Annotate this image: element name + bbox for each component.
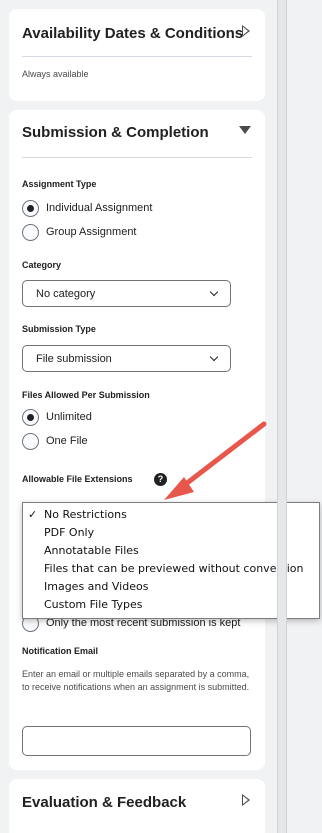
category-select[interactable]: No category xyxy=(22,280,231,307)
allowable-extensions-label: Allowable File Extensions xyxy=(22,474,133,484)
radio-group-assignment[interactable]: Group Assignment xyxy=(22,223,137,241)
expand-right-icon[interactable] xyxy=(242,25,250,37)
file-extensions-dropdown[interactable]: ✓ No Restrictions PDF Only Annotatable F… xyxy=(22,502,320,619)
scrollbar[interactable] xyxy=(277,0,287,833)
submission-type-label: Submission Type xyxy=(22,324,96,334)
radio-one-file[interactable]: One File xyxy=(22,432,88,450)
files-allowed-label: Files Allowed Per Submission xyxy=(22,390,150,400)
submission-title[interactable]: Submission & Completion xyxy=(22,124,209,141)
check-icon: ✓ xyxy=(28,508,38,521)
availability-title[interactable]: Availability Dates & Conditions xyxy=(22,25,243,42)
divider xyxy=(22,56,252,57)
evaluation-panel: Evaluation & Feedback xyxy=(9,779,265,833)
availability-panel: Availability Dates & Conditions Always a… xyxy=(9,9,265,101)
availability-status: Always available xyxy=(22,69,89,79)
collapse-down-icon[interactable] xyxy=(239,126,251,134)
chevron-down-icon xyxy=(209,287,219,297)
radio-label: Individual Assignment xyxy=(46,202,153,214)
dropdown-option-previewable-files[interactable]: Files that can be previewed without conv… xyxy=(44,562,303,575)
question-circle-icon[interactable]: ? xyxy=(154,473,167,486)
radio-button[interactable] xyxy=(22,199,39,217)
notification-email-input[interactable] xyxy=(22,726,251,756)
expand-right-icon[interactable] xyxy=(242,794,250,806)
radio-label: Unlimited xyxy=(46,411,92,423)
dropdown-option-custom-file-types[interactable]: Custom File Types xyxy=(44,598,143,611)
evaluation-title[interactable]: Evaluation & Feedback xyxy=(22,794,186,811)
radio-individual-assignment[interactable]: Individual Assignment xyxy=(22,199,152,217)
radio-button[interactable] xyxy=(22,432,39,450)
radio-unlimited[interactable]: Unlimited xyxy=(22,408,92,426)
divider xyxy=(22,157,252,158)
category-label: Category xyxy=(22,260,62,270)
submission-type-value: File submission xyxy=(36,352,112,365)
dropdown-option-no-restrictions[interactable]: No Restrictions xyxy=(44,508,127,521)
radio-button[interactable] xyxy=(22,408,39,426)
dropdown-option-annotatable-files[interactable]: Annotatable Files xyxy=(44,544,139,557)
category-value: No category xyxy=(36,287,96,300)
assignment-type-label: Assignment Type xyxy=(22,179,97,189)
chevron-down-icon xyxy=(209,352,219,362)
notification-email-label: Notification Email xyxy=(22,646,99,656)
radio-label: Group Assignment xyxy=(46,226,137,238)
submission-type-select[interactable]: File submission xyxy=(22,345,231,372)
notification-email-description: Enter an email or multiple emails separa… xyxy=(22,669,250,692)
dropdown-option-images-videos[interactable]: Images and Videos xyxy=(44,580,148,593)
dropdown-option-pdf-only[interactable]: PDF Only xyxy=(44,526,94,539)
radio-label: One File xyxy=(46,435,88,447)
radio-button[interactable] xyxy=(22,223,39,241)
